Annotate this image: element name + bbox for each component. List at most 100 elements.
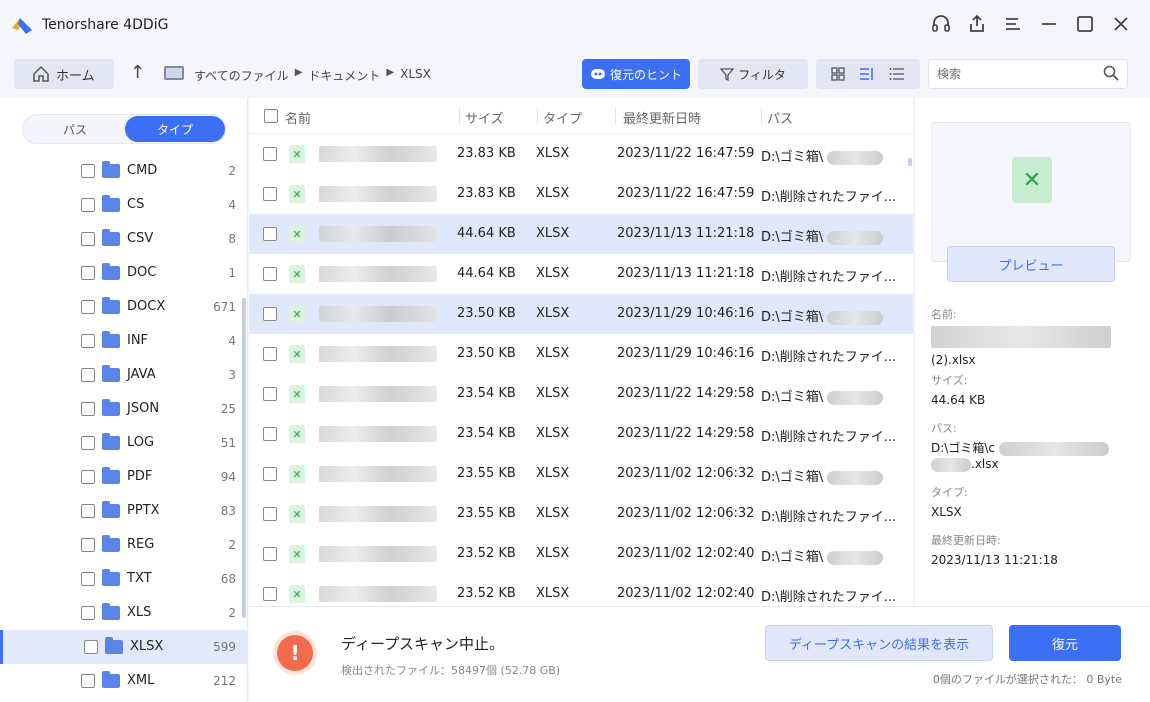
up-arrow-icon[interactable]: ↑ <box>130 62 145 83</box>
tab-path[interactable]: パス <box>25 116 125 142</box>
type-checkbox[interactable] <box>81 470 95 484</box>
type-checkbox[interactable] <box>81 504 95 518</box>
type-checkbox[interactable] <box>81 606 95 620</box>
type-checkbox[interactable] <box>81 368 95 382</box>
type-item-log[interactable]: LOG 51 <box>0 426 247 460</box>
table-row[interactable]: ✕ 44.64 KB XLSX 2023/11/13 11:21:18 D:\削除された… <box>249 254 913 294</box>
type-item-xlsx[interactable]: XLSX 599 <box>0 630 247 664</box>
type-item-csv[interactable]: CSV 8 <box>0 222 247 256</box>
type-checkbox[interactable] <box>81 300 95 314</box>
robot-icon <box>590 69 605 79</box>
type-item-pptx[interactable]: PPTX 83 <box>0 494 247 528</box>
folder-icon <box>102 671 120 688</box>
table-row[interactable]: ✕ 23.54 KB XLSX 2023/11/22 14:29:58 D:\ゴミ箱\ <box>249 374 913 414</box>
row-checkbox[interactable] <box>263 387 277 401</box>
menu-icon[interactable] <box>1002 12 1024 36</box>
table-row[interactable]: ✕ 23.52 KB XLSX 2023/11/02 12:02:40 D:\削除された… <box>249 574 913 606</box>
cell-modified: 2023/11/29 10:46:16 <box>617 346 755 361</box>
type-checkbox[interactable] <box>81 538 95 552</box>
column-divider[interactable] <box>459 108 460 124</box>
type-item-doc[interactable]: DOC 1 <box>0 256 247 290</box>
row-checkbox[interactable] <box>263 587 277 601</box>
tab-type[interactable]: タイプ <box>125 116 225 142</box>
share-icon[interactable] <box>966 12 988 36</box>
filter-button[interactable]: フィルタ <box>698 59 808 89</box>
table-row[interactable]: ✕ 23.50 KB XLSX 2023/11/29 10:46:16 D:\削除された… <box>249 334 913 374</box>
minimize-icon[interactable] <box>1038 12 1060 36</box>
type-item-xls[interactable]: XLS 2 <box>0 596 247 630</box>
column-path[interactable]: パス <box>767 108 793 127</box>
type-item-xml[interactable]: XML 212 <box>0 664 247 698</box>
type-checkbox[interactable] <box>81 402 95 416</box>
table-row[interactable]: ✕ 23.50 KB XLSX 2023/11/29 10:46:16 D:\ゴミ箱\ <box>249 294 913 334</box>
breadcrumb-item-all-files[interactable]: すべてのファイル <box>194 67 289 84</box>
home-button[interactable]: ホーム <box>14 59 114 89</box>
table-row[interactable]: ✕ 23.83 KB XLSX 2023/11/22 16:47:59 D:\ゴミ箱\ <box>249 134 913 174</box>
scan-status-title: ディープスキャン中止。 <box>341 635 505 653</box>
row-checkbox[interactable] <box>263 507 277 521</box>
column-size[interactable]: サイズ <box>465 108 504 127</box>
maximize-icon[interactable] <box>1074 12 1096 36</box>
column-divider[interactable] <box>537 108 538 124</box>
type-item-inf[interactable]: INF 4 <box>0 324 247 358</box>
type-item-json[interactable]: JSON 25 <box>0 392 247 426</box>
row-checkbox[interactable] <box>263 467 277 481</box>
recovery-hint-button[interactable]: 復元のヒント <box>582 59 690 89</box>
row-checkbox[interactable] <box>263 307 277 321</box>
cell-type: XLSX <box>536 426 570 441</box>
type-checkbox[interactable] <box>84 640 98 654</box>
type-item-txt[interactable]: TXT 68 <box>0 562 247 596</box>
type-checkbox[interactable] <box>81 436 95 450</box>
headset-icon[interactable] <box>930 12 952 36</box>
table-row[interactable]: ✕ 23.54 KB XLSX 2023/11/22 14:29:58 D:\削除された… <box>249 414 913 454</box>
type-checkbox[interactable] <box>81 334 95 348</box>
select-all-checkbox[interactable] <box>264 109 278 123</box>
grid-view-icon[interactable] <box>831 67 845 81</box>
show-deep-scan-results-button[interactable]: ディープスキャンの結果を表示 <box>765 625 993 661</box>
column-modified[interactable]: 最終更新日時 <box>623 108 701 127</box>
search-input[interactable] <box>937 67 1097 81</box>
type-checkbox[interactable] <box>81 572 95 586</box>
breadcrumb-item-documents[interactable]: ドキュメント <box>308 67 380 84</box>
type-checkbox[interactable] <box>81 198 95 212</box>
breadcrumb-item-xlsx[interactable]: XLSX <box>400 67 431 84</box>
table-row[interactable]: ✕ 23.55 KB XLSX 2023/11/02 12:06:32 D:\削除された… <box>249 494 913 534</box>
row-checkbox[interactable] <box>263 267 277 281</box>
table-row[interactable]: ✕ 44.64 KB XLSX 2023/11/13 11:21:18 D:\ゴミ箱\ <box>249 214 913 254</box>
row-checkbox[interactable] <box>263 547 277 561</box>
recover-button[interactable]: 復元 <box>1009 625 1121 661</box>
column-type[interactable]: タイプ <box>543 108 582 127</box>
type-count: 2 <box>228 164 236 178</box>
type-item-cmd[interactable]: CMD 2 <box>0 154 247 188</box>
column-divider[interactable] <box>615 108 616 124</box>
table-row[interactable]: ✕ 23.52 KB XLSX 2023/11/02 12:02:40 D:\ゴミ箱\ <box>249 534 913 574</box>
type-checkbox[interactable] <box>81 674 95 688</box>
type-item-pdf[interactable]: PDF 94 <box>0 460 247 494</box>
excel-file-icon: ✕ <box>289 145 305 163</box>
search-icon[interactable] <box>1103 65 1119 85</box>
detail-view-icon[interactable] <box>859 67 875 81</box>
type-item-java[interactable]: JAVA 3 <box>0 358 247 392</box>
row-checkbox[interactable] <box>263 347 277 361</box>
type-item-reg[interactable]: REG 2 <box>0 528 247 562</box>
row-checkbox[interactable] <box>263 187 277 201</box>
type-checkbox[interactable] <box>81 232 95 246</box>
type-item-cs[interactable]: CS 4 <box>0 188 247 222</box>
table-row[interactable]: ✕ 23.83 KB XLSX 2023/11/22 16:47:59 D:\削除された… <box>249 174 913 214</box>
row-checkbox[interactable] <box>263 147 277 161</box>
folder-icon <box>102 229 120 246</box>
type-count: 94 <box>220 470 236 484</box>
file-list-scrollbar[interactable] <box>908 158 912 166</box>
type-checkbox[interactable] <box>81 266 95 280</box>
close-icon[interactable] <box>1110 12 1132 36</box>
column-divider[interactable] <box>761 108 762 124</box>
row-checkbox[interactable] <box>263 427 277 441</box>
column-name[interactable]: 名前 <box>285 108 311 127</box>
table-row[interactable]: ✕ 23.55 KB XLSX 2023/11/02 12:06:32 D:\ゴミ箱\ <box>249 454 913 494</box>
type-checkbox[interactable] <box>81 164 95 178</box>
preview-button[interactable]: プレビュー <box>947 246 1115 282</box>
row-checkbox[interactable] <box>263 227 277 241</box>
type-item-docx[interactable]: DOCX 671 <box>0 290 247 324</box>
sidebar-scrollbar[interactable] <box>242 298 246 618</box>
list-view-icon[interactable] <box>889 67 905 81</box>
